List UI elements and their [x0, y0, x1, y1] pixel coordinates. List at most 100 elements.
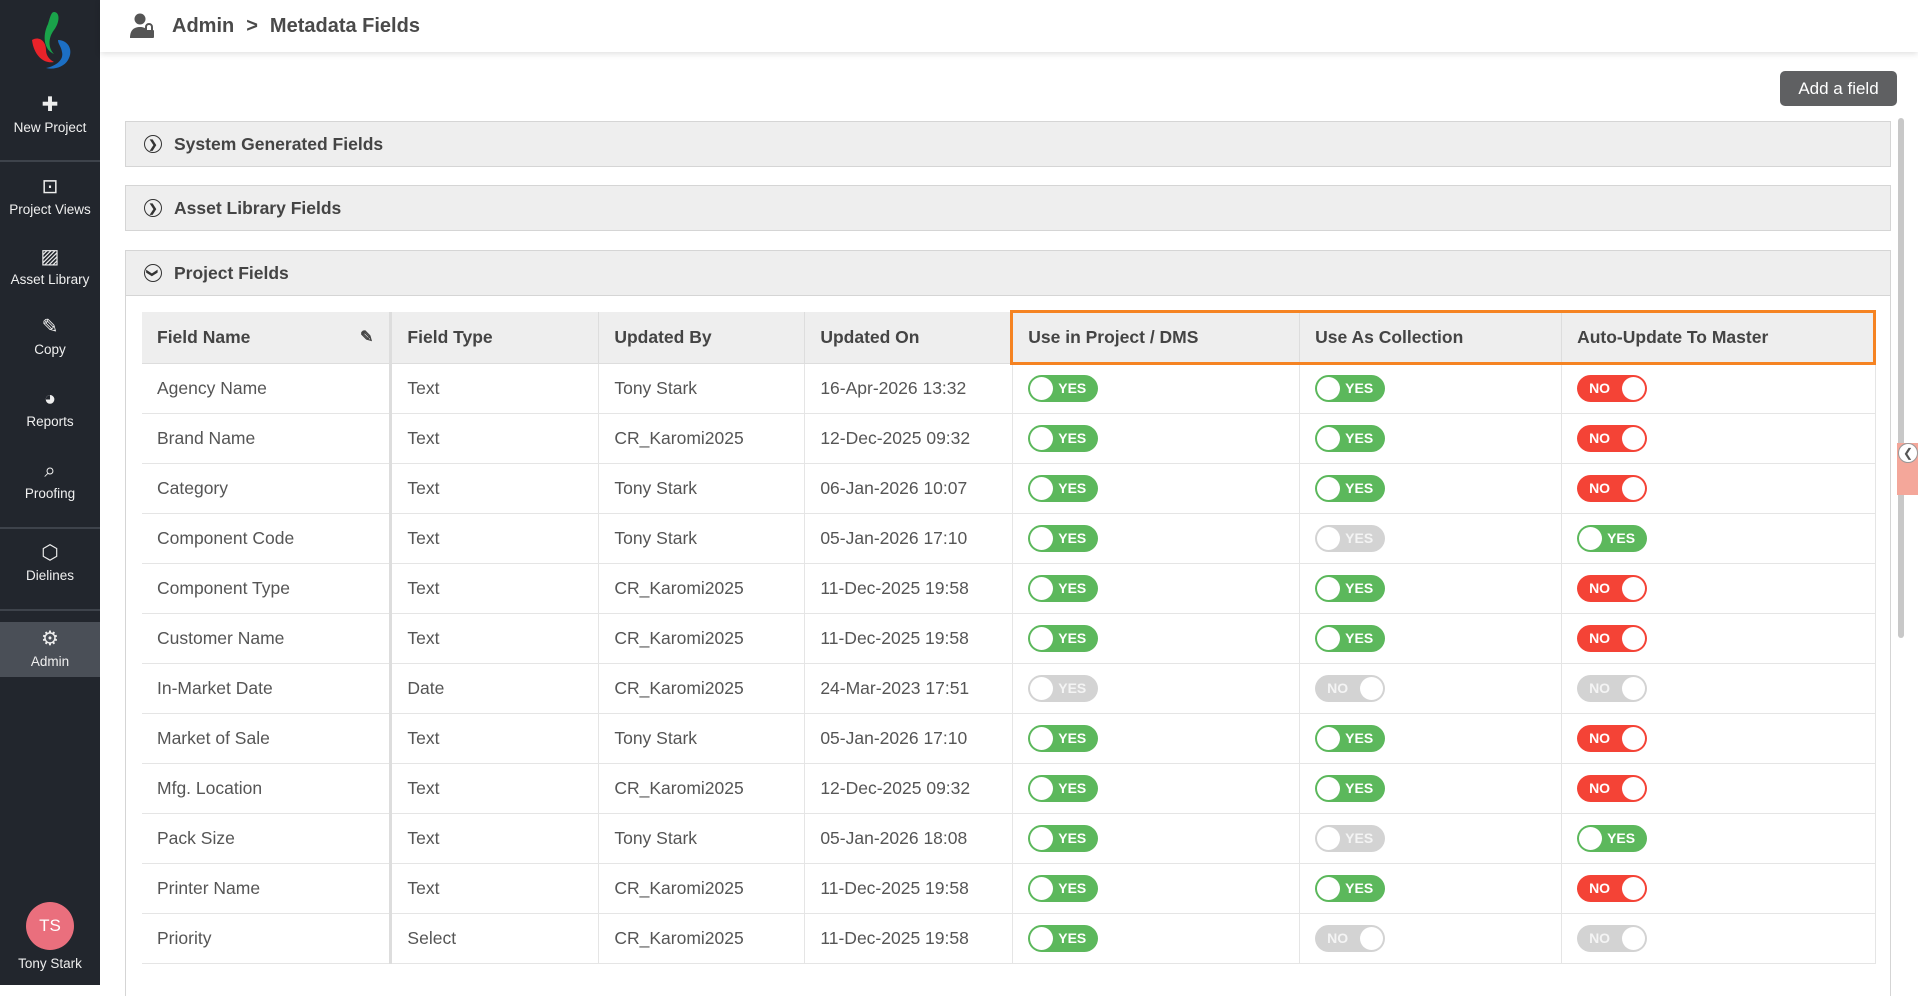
toggle-switch[interactable]: NO	[1577, 774, 1648, 802]
toggle-switch[interactable]: YES	[1315, 574, 1386, 602]
toggle-switch[interactable]: YES	[1028, 574, 1099, 602]
toggle-knob	[1622, 376, 1646, 400]
sidebar-item-new-project[interactable]: ✚ New Project	[0, 94, 100, 135]
cell-name: Mfg. Location	[142, 763, 393, 814]
user-name[interactable]: Tony Stark	[0, 956, 100, 971]
toggle-switch[interactable]: YES	[1315, 874, 1386, 902]
toggle-switch[interactable]: NO	[1315, 924, 1386, 952]
cell-by: CR_Karomi2025	[598, 413, 806, 464]
user-shield-icon: ⚙	[41, 628, 59, 650]
toggle-label: YES	[1345, 529, 1374, 546]
column-header-label: Auto-Update To Master	[1577, 326, 1769, 347]
toggle-knob	[1622, 876, 1646, 900]
toggle-switch[interactable]: NO	[1315, 674, 1386, 702]
toggle-label: YES	[1058, 929, 1087, 946]
cell-toggle: NO	[1561, 463, 1876, 514]
toggle-switch[interactable]: YES	[1315, 624, 1386, 652]
breadcrumb-admin[interactable]: Admin	[172, 15, 234, 38]
add-field-button[interactable]: Add a field	[1780, 71, 1897, 106]
cell-toggle: NO	[1299, 913, 1563, 964]
toggle-knob	[1317, 826, 1341, 850]
chevron-right-circle-icon: ❯	[144, 135, 162, 153]
sidebar-item-dielines[interactable]: ⬡ Dielines	[0, 542, 100, 583]
table-row: Priority Select CR_Karomi2025 11-Dec-2025 1…	[142, 913, 1876, 964]
toggle-switch[interactable]: NO	[1577, 674, 1648, 702]
sidebar-item-label: New Project	[13, 120, 87, 135]
toggle-switch[interactable]: YES	[1028, 424, 1099, 452]
table-row: Component Code Text Tony Stark 05-Jan-2026 …	[142, 513, 1876, 564]
toggle-switch[interactable]: YES	[1028, 524, 1099, 552]
cell-toggle: YES	[1299, 763, 1563, 814]
toggle-switch[interactable]: NO	[1577, 924, 1648, 952]
panel-project-fields[interactable]: ❯ Project Fields	[125, 250, 1891, 296]
toggle-knob	[1579, 526, 1603, 550]
column-header-label: Updated By	[614, 326, 712, 347]
sidebar-item-label: Reports	[26, 414, 74, 429]
toggle-switch[interactable]: YES	[1577, 824, 1648, 852]
panel-asset-library-fields[interactable]: ❯ Asset Library Fields	[125, 185, 1891, 231]
sidebar-item-project-views[interactable]: ⊡ Project Views	[0, 176, 100, 217]
toggle-switch[interactable]: YES	[1028, 924, 1099, 952]
cube-icon: ⬡	[41, 542, 59, 564]
panel-system-generated-fields[interactable]: ❯ System Generated Fields	[125, 121, 1891, 167]
toggle-switch[interactable]: NO	[1577, 874, 1648, 902]
toggle-switch[interactable]: YES	[1315, 474, 1386, 502]
toggle-knob	[1030, 826, 1054, 850]
toggle-knob	[1317, 876, 1341, 900]
toggle-knob	[1317, 526, 1341, 550]
cell-toggle: YES	[1299, 713, 1563, 764]
toggle-switch[interactable]: YES	[1028, 624, 1099, 652]
toggle-switch[interactable]: NO	[1577, 374, 1648, 402]
cell-toggle: NO	[1561, 663, 1876, 714]
sidebar-item-asset-library[interactable]: ▨ Asset Library	[0, 246, 100, 287]
toggle-knob	[1030, 526, 1054, 550]
toggle-label: NO	[1589, 479, 1611, 496]
toggle-switch[interactable]: YES	[1577, 524, 1648, 552]
toggle-switch[interactable]: YES	[1028, 774, 1099, 802]
toggle-switch[interactable]: YES	[1028, 474, 1099, 502]
toggle-switch[interactable]: YES	[1028, 824, 1099, 852]
toggle-switch[interactable]: YES	[1028, 674, 1099, 702]
toggle-switch[interactable]: NO	[1577, 424, 1648, 452]
toggle-label: NO	[1589, 779, 1611, 796]
cell-toggle: YES	[1012, 363, 1301, 414]
toggle-switch[interactable]: YES	[1315, 774, 1386, 802]
cell-by: CR_Karomi2025	[598, 663, 806, 714]
toggle-switch[interactable]: YES	[1028, 374, 1099, 402]
toggle-switch[interactable]: YES	[1028, 724, 1099, 752]
toggle-switch[interactable]: NO	[1577, 474, 1648, 502]
cell-name: Priority	[142, 913, 393, 964]
toggle-label: YES	[1345, 879, 1374, 896]
toggle-switch[interactable]: YES	[1315, 724, 1386, 752]
toggle-switch[interactable]: YES	[1315, 524, 1386, 552]
sidebar-item-copy[interactable]: ✎ Copy	[0, 316, 100, 357]
toggle-switch[interactable]: YES	[1028, 874, 1099, 902]
toggle-switch[interactable]: YES	[1315, 424, 1386, 452]
sidebar-item-reports[interactable]: ◕ Reports	[0, 388, 100, 429]
toggle-switch[interactable]: NO	[1577, 624, 1648, 652]
toggle-knob	[1030, 876, 1054, 900]
cell-by: Tony Stark	[598, 513, 806, 564]
sidebar-item-admin[interactable]: ⚙ Admin	[0, 622, 100, 677]
toggle-switch[interactable]: YES	[1315, 824, 1386, 852]
toggle-label: YES	[1345, 779, 1374, 796]
vertical-scrollbar[interactable]	[1898, 118, 1904, 638]
toggle-switch[interactable]: NO	[1577, 574, 1648, 602]
column-header: Updated By	[598, 312, 806, 364]
pencil-edit-icon[interactable]: ✎	[360, 327, 373, 347]
project-fields-table-container: Field Name ✎ Field Type Updated By Updated O…	[125, 296, 1891, 996]
pie-chart-icon: ◕	[43, 388, 57, 410]
image-icon: ▨	[40, 246, 60, 268]
collapse-chevron-left-icon[interactable]: ❮	[1898, 443, 1918, 463]
toggle-switch[interactable]: NO	[1577, 724, 1648, 752]
cell-type: Text	[390, 813, 600, 864]
sidebar-item-proofing[interactable]: ⌕ Proofing	[0, 460, 100, 501]
table-row: In-Market Date Date CR_Karomi2025 24-Mar-20…	[142, 663, 1876, 714]
toggle-switch[interactable]: YES	[1315, 374, 1386, 402]
app-logo[interactable]	[28, 10, 74, 72]
cell-name: Pack Size	[142, 813, 393, 864]
toggle-label: YES	[1345, 629, 1374, 646]
breadcrumb-separator: >	[246, 14, 258, 37]
toggle-knob	[1622, 426, 1646, 450]
user-avatar[interactable]: TS	[26, 902, 74, 950]
